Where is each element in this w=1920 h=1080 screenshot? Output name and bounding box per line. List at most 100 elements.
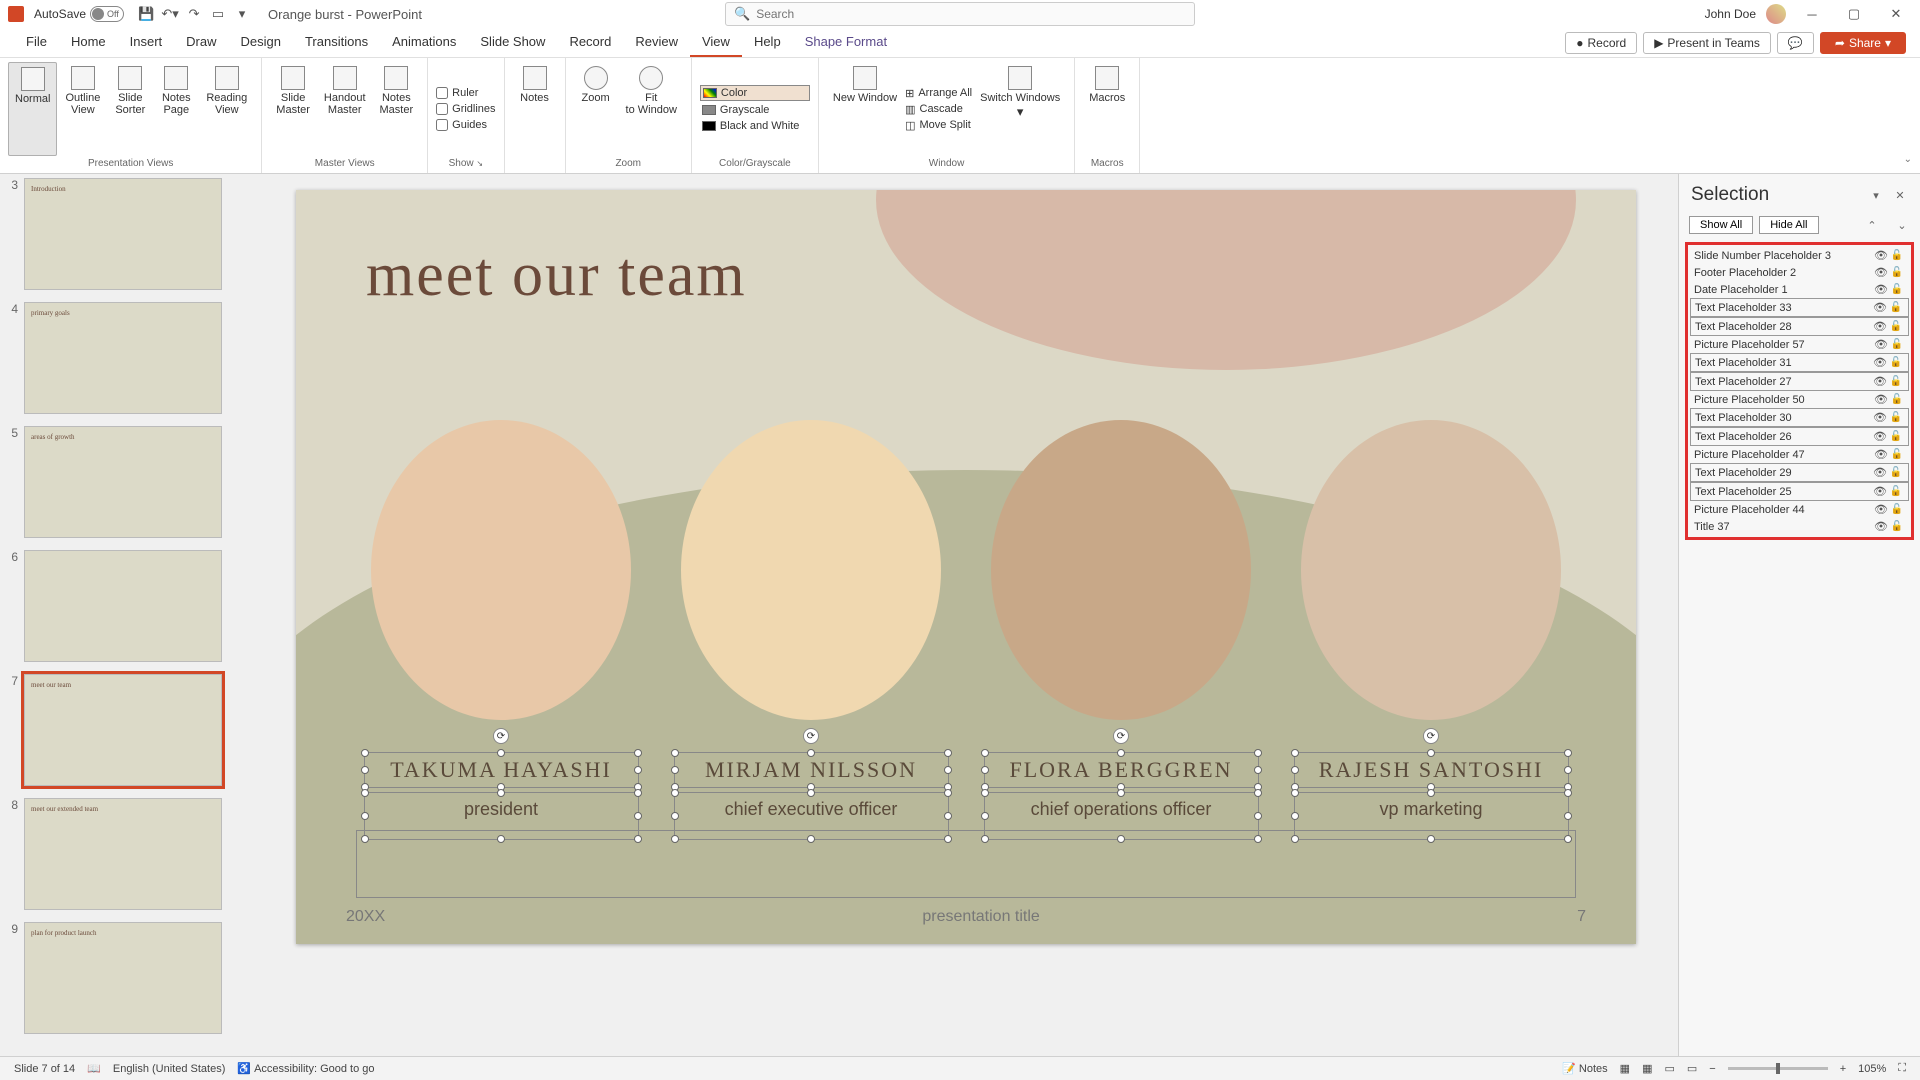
ruler-checkbox[interactable]: Ruler <box>436 86 495 100</box>
tab-review[interactable]: Review <box>623 28 690 57</box>
comments-button[interactable]: 💬 <box>1777 32 1814 54</box>
new-window-button[interactable]: New Window <box>827 62 903 156</box>
visibility-icon[interactable]: 👁 <box>1873 448 1889 461</box>
rotate-handle-icon[interactable]: ⟳ <box>493 728 509 744</box>
selection-item[interactable]: Title 37👁🔓 <box>1690 518 1909 535</box>
rotate-handle-icon[interactable]: ⟳ <box>803 728 819 744</box>
collapse-ribbon-icon[interactable]: ⌄ <box>1904 154 1912 165</box>
notes-button-status[interactable]: 📝 Notes <box>1556 1062 1613 1075</box>
slide-master-button[interactable]: SlideMaster <box>270 62 316 156</box>
visibility-icon[interactable]: 👁 <box>1873 520 1889 533</box>
rotate-handle-icon[interactable]: ⟳ <box>1423 728 1439 744</box>
macros-button[interactable]: Macros <box>1083 62 1131 156</box>
member-photo[interactable] <box>991 420 1251 720</box>
lock-icon[interactable]: 🔓 <box>1888 412 1904 423</box>
from-beginning-icon[interactable]: ▭ <box>208 4 228 24</box>
tab-record[interactable]: Record <box>557 28 623 57</box>
search-box[interactable]: 🔍 <box>725 2 1195 26</box>
zoom-slider[interactable] <box>1728 1067 1828 1070</box>
tab-transitions[interactable]: Transitions <box>293 28 380 57</box>
visibility-icon[interactable]: 👁 <box>1873 393 1889 406</box>
tab-insert[interactable]: Insert <box>118 28 175 57</box>
normal-button[interactable]: Normal <box>8 62 57 156</box>
lock-icon[interactable]: 🔓 <box>1889 284 1905 295</box>
lock-icon[interactable]: 🔓 <box>1888 431 1904 442</box>
close-button[interactable]: ✕ <box>1880 4 1912 24</box>
slide-sorter-button[interactable]: SlideSorter <box>108 62 152 156</box>
selection-item[interactable]: Text Placeholder 28👁🔓 <box>1690 317 1909 336</box>
maximize-button[interactable]: ▢ <box>1838 4 1870 24</box>
tab-help[interactable]: Help <box>742 28 793 57</box>
selection-item[interactable]: Picture Placeholder 44👁🔓 <box>1690 501 1909 518</box>
group-selection[interactable] <box>356 830 1576 898</box>
selection-item[interactable]: Text Placeholder 25👁🔓 <box>1690 482 1909 501</box>
name-placeholder[interactable]: FLORA BERGGREN <box>984 752 1259 788</box>
outline-view-button[interactable]: OutlineView <box>59 62 106 156</box>
lock-icon[interactable]: 🔓 <box>1889 339 1905 350</box>
selection-item[interactable]: Slide Number Placeholder 3👁🔓 <box>1690 247 1909 264</box>
selection-item[interactable]: Picture Placeholder 47👁🔓 <box>1690 446 1909 463</box>
cascade-button[interactable]: ▥ Cascade <box>905 102 972 117</box>
notes-page-button[interactable]: NotesPage <box>154 62 198 156</box>
tab-design[interactable]: Design <box>229 28 293 57</box>
lock-icon[interactable]: 🔓 <box>1888 486 1904 497</box>
switch-windows-button[interactable]: Switch Windows ▾ <box>974 62 1066 156</box>
visibility-icon[interactable]: 👁 <box>1872 466 1888 479</box>
name-placeholder[interactable]: MIRJAM NILSSON <box>674 752 949 788</box>
pane-options-icon[interactable]: ▾ <box>1868 187 1884 203</box>
member-photo[interactable] <box>1301 420 1561 720</box>
lock-icon[interactable]: 🔓 <box>1889 521 1905 532</box>
autosave-toggle[interactable]: AutoSave Off <box>34 6 124 22</box>
normal-view-icon[interactable]: ▦ <box>1614 1062 1636 1075</box>
visibility-icon[interactable]: 👁 <box>1872 485 1888 498</box>
visibility-icon[interactable]: 👁 <box>1872 430 1888 443</box>
tab-animations[interactable]: Animations <box>380 28 468 57</box>
user-avatar[interactable] <box>1766 4 1786 24</box>
grayscale-button[interactable]: Grayscale <box>700 103 810 117</box>
lock-icon[interactable]: 🔓 <box>1889 504 1905 515</box>
arrange-all-button[interactable]: ⊞ Arrange All <box>905 86 972 101</box>
search-input[interactable] <box>756 7 1186 21</box>
visibility-icon[interactable]: 👁 <box>1873 266 1889 279</box>
close-pane-icon[interactable]: ✕ <box>1892 187 1908 203</box>
share-button[interactable]: ➦ Share ▾ <box>1820 32 1906 54</box>
tab-slide-show[interactable]: Slide Show <box>468 28 557 57</box>
tab-shape-format[interactable]: Shape Format <box>793 28 899 57</box>
selection-item[interactable]: Footer Placeholder 2👁🔓 <box>1690 264 1909 281</box>
slideshow-view-icon[interactable]: ▭ <box>1681 1062 1703 1075</box>
minimize-button[interactable]: ─ <box>1796 4 1828 24</box>
sorter-view-icon[interactable]: ▦ <box>1636 1062 1658 1075</box>
visibility-icon[interactable]: 👁 <box>1872 320 1888 333</box>
user-name[interactable]: John Doe <box>1705 7 1756 21</box>
selection-item[interactable]: Text Placeholder 31👁🔓 <box>1690 353 1909 372</box>
footer-title[interactable]: presentation title <box>922 908 1039 926</box>
slide[interactable]: meet our team ⟳TAKUMA HAYASHIpresident⟳M… <box>296 190 1636 944</box>
notes-master-button[interactable]: NotesMaster <box>374 62 420 156</box>
reading-view-button[interactable]: ReadingView <box>200 62 253 156</box>
visibility-icon[interactable]: 👁 <box>1872 301 1888 314</box>
thumbnail-slide-5[interactable]: 5areas of growth <box>8 426 258 538</box>
selection-item[interactable]: Text Placeholder 26👁🔓 <box>1690 427 1909 446</box>
hide-all-button[interactable]: Hide All <box>1759 216 1818 234</box>
selection-item[interactable]: Date Placeholder 1👁🔓 <box>1690 281 1909 298</box>
handout-master-button[interactable]: HandoutMaster <box>318 62 372 156</box>
member-photo[interactable] <box>681 420 941 720</box>
zoom-out-icon[interactable]: − <box>1703 1063 1721 1075</box>
lock-icon[interactable]: 🔓 <box>1889 267 1905 278</box>
zoom-level[interactable]: 105% <box>1852 1063 1892 1075</box>
lock-icon[interactable]: 🔓 <box>1888 302 1904 313</box>
tab-view[interactable]: View <box>690 28 742 57</box>
lock-icon[interactable]: 🔓 <box>1888 376 1904 387</box>
lock-icon[interactable]: 🔓 <box>1888 357 1904 368</box>
move-split-button[interactable]: ◫ Move Split <box>905 118 972 133</box>
tab-home[interactable]: Home <box>59 28 118 57</box>
member-photo[interactable] <box>371 420 631 720</box>
show-all-button[interactable]: Show All <box>1689 216 1753 234</box>
thumbnail-slide-7[interactable]: 7meet our team <box>8 674 258 786</box>
visibility-icon[interactable]: 👁 <box>1873 249 1889 262</box>
thumbnail-slide-6[interactable]: 6 <box>8 550 258 662</box>
slide-counter[interactable]: Slide 7 of 14 <box>8 1063 81 1075</box>
selection-item[interactable]: Text Placeholder 30👁🔓 <box>1690 408 1909 427</box>
footer-page[interactable]: 7 <box>1577 908 1586 926</box>
selection-item[interactable]: Text Placeholder 33👁🔓 <box>1690 298 1909 317</box>
